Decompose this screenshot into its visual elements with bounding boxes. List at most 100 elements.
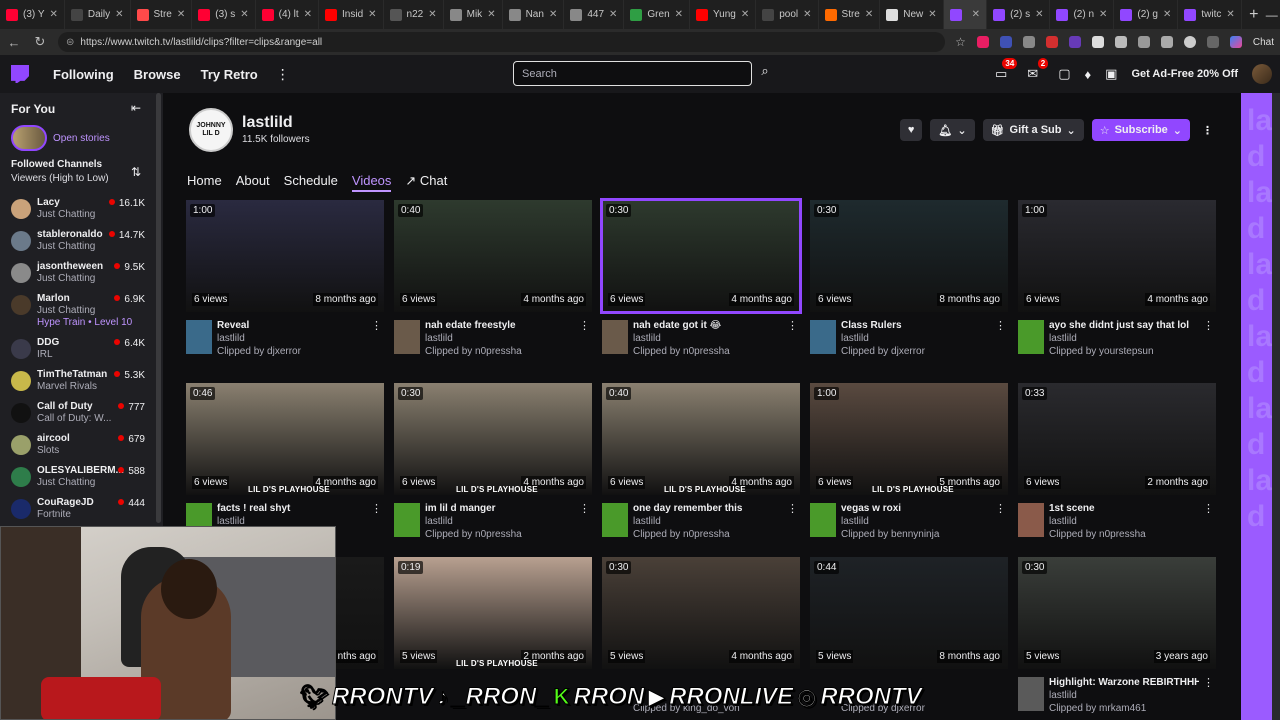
sidebar-channel-item[interactable]: stableronaldo Just Chatting 14.7K	[11, 229, 151, 259]
browser-tab[interactable]: Gren ✕	[624, 0, 691, 29]
close-tab-icon[interactable]: ✕	[549, 9, 557, 20]
browser-tab[interactable]: Daily ✕	[65, 0, 131, 29]
sidebar-channel-item[interactable]: TimTheTatman Marvel Rivals 5.3K	[11, 369, 151, 399]
clip-category-art[interactable]	[810, 320, 836, 354]
ad-free-button[interactable]: Get Ad-Free 20% Off	[1131, 68, 1238, 80]
search-input[interactable]: Search	[513, 61, 752, 86]
ad-free-icon[interactable]: ▣	[1105, 66, 1117, 82]
browser-tab[interactable]: (2) g ✕	[1114, 0, 1179, 29]
clip-thumbnail[interactable]: 0:30 6 views 8 months ago	[810, 200, 1008, 312]
clip-channel[interactable]: lastlild	[841, 516, 869, 527]
sidebar-channel-item[interactable]: Marlon Just Chatting 6.9K Hype Train • Leve…	[11, 293, 151, 328]
close-tab-icon[interactable]: ✕	[1226, 9, 1234, 20]
close-tab-icon[interactable]: ✕	[115, 9, 123, 20]
close-tab-icon[interactable]: ✕	[972, 9, 980, 20]
extension-icon[interactable]	[976, 36, 989, 48]
clip-more-icon[interactable]: ⋮	[1203, 676, 1214, 689]
extension-icon[interactable]	[1022, 36, 1035, 48]
profile-avatar-icon[interactable]	[1183, 36, 1196, 48]
browser-tab[interactable]: (2) n ✕	[1050, 0, 1115, 29]
url-field[interactable]: ⊜ https://www.twitch.tv/lastlild/clips?f…	[58, 32, 946, 52]
clip-card[interactable]: 1:00 6 views 4 months ago ayo she didnt jus…	[1018, 200, 1216, 360]
browser-tab[interactable]: Stre ✕	[131, 0, 193, 29]
close-tab-icon[interactable]: ✕	[304, 9, 312, 20]
browser-tab[interactable]: (3) s ✕	[192, 0, 256, 29]
nav-browse[interactable]: Browse	[134, 67, 181, 82]
clip-more-icon[interactable]: ⋮	[371, 319, 382, 332]
clip-thumbnail[interactable]: 1:00 6 views 5 months ago LIL D'S PLAYHOUSE	[810, 383, 1008, 495]
crown-icon[interactable]: ♦	[1085, 67, 1092, 82]
clip-card[interactable]: 0:40 6 views 4 months ago LIL D'S PLAYHOUSE…	[602, 383, 800, 543]
browser-tab[interactable]: pool ✕	[756, 0, 819, 29]
open-stories[interactable]: Open stories	[11, 125, 110, 151]
sidebar-channel-item[interactable]: OLESYALIBERM... Just Chatting 588	[11, 465, 151, 495]
clip-category-art[interactable]	[602, 503, 628, 537]
close-tab-icon[interactable]: ✕	[1035, 9, 1043, 20]
clip-card[interactable]: 0:46 6 views 4 months ago LIL D'S PLAYHOUSE…	[186, 383, 384, 543]
clip-card[interactable]: 0:30 5 views 3 years ago Highlight: Warzone…	[1018, 557, 1216, 717]
inbox-icon[interactable]: ✉ 2	[1027, 58, 1049, 82]
browser-tab[interactable]: Stre ✕	[819, 0, 881, 29]
clip-channel[interactable]: lastlild	[1049, 690, 1077, 701]
close-tab-icon[interactable]: ✕	[487, 9, 495, 20]
tab-home[interactable]: Home	[187, 173, 222, 192]
sidebar-channel-item[interactable]: DDG IRL 6.4K	[11, 337, 151, 367]
clip-category-art[interactable]	[602, 320, 628, 354]
clip-card[interactable]: 1:00 6 views 5 months ago LIL D'S PLAYHOUSE…	[810, 383, 1008, 543]
chat-label[interactable]: Chat	[1253, 37, 1274, 48]
extension-icon[interactable]	[1160, 36, 1173, 48]
nav-try-retro[interactable]: Try Retro	[201, 67, 258, 82]
clip-thumbnail[interactable]: 1:00 6 views 4 months ago	[1018, 200, 1216, 312]
channel-name[interactable]: lastlild	[242, 114, 293, 132]
clip-channel[interactable]: lastlild	[841, 333, 869, 344]
clip-thumbnail[interactable]: 0:46 6 views 4 months ago LIL D'S PLAYHOUSE	[186, 383, 384, 495]
clip-more-icon[interactable]: ⋮	[995, 319, 1006, 332]
browser-tab[interactable]: New ✕	[880, 0, 944, 29]
clip-channel[interactable]: lastlild	[1049, 516, 1077, 527]
clip-more-icon[interactable]: ⋮	[579, 319, 590, 332]
clip-title[interactable]: 1st scene	[1049, 503, 1199, 514]
user-avatar[interactable]	[1252, 64, 1272, 84]
close-tab-icon[interactable]: ✕	[865, 9, 873, 20]
reload-icon[interactable]: ↻	[32, 34, 48, 50]
clip-thumbnail[interactable]: 0:33 6 views 2 months ago	[1018, 383, 1216, 495]
close-tab-icon[interactable]: ✕	[50, 9, 58, 20]
tab-videos[interactable]: Videos	[351, 173, 392, 192]
channel-more-icon[interactable]: ⋮	[1198, 119, 1217, 141]
close-tab-icon[interactable]: ✕	[1163, 9, 1171, 20]
browser-tab[interactable]: Yung ✕	[690, 0, 757, 29]
clip-title[interactable]: nah edate got it 😂	[633, 320, 783, 331]
clip-more-icon[interactable]: ⋮	[995, 502, 1006, 515]
close-tab-icon[interactable]: ✕	[609, 9, 617, 20]
whispers-icon[interactable]: ▢	[1058, 66, 1070, 82]
sidebar-channel-item[interactable]: Call of Duty Call of Duty: W... 777	[11, 401, 151, 431]
close-tab-icon[interactable]: ✕	[741, 9, 749, 20]
search-icon[interactable]: ⌕	[755, 63, 775, 83]
close-tab-icon[interactable]: ✕	[177, 9, 185, 20]
close-tab-icon[interactable]: ✕	[240, 9, 248, 20]
extension-icon[interactable]	[1045, 36, 1058, 48]
close-tab-icon[interactable]: ✕	[928, 9, 936, 20]
clip-more-icon[interactable]: ⋮	[371, 502, 382, 515]
new-tab-icon[interactable]: +	[1242, 6, 1266, 24]
clip-channel[interactable]: lastlild	[425, 516, 453, 527]
close-tab-icon[interactable]: ✕	[1099, 9, 1107, 20]
gift-sub-button[interactable]: 🎁︎ Gift a Sub ⌄	[982, 119, 1084, 141]
clip-thumbnail[interactable]: 0:30 5 views 3 years ago	[1018, 557, 1216, 669]
clip-thumbnail[interactable]: 0:30 6 views 4 months ago	[600, 198, 802, 314]
clip-title[interactable]: facts ! real shyt	[217, 503, 367, 514]
browser-tab[interactable]: n22 ✕	[384, 0, 444, 29]
extension-icon[interactable]	[1091, 36, 1104, 48]
clip-title[interactable]: ayo she didnt just say that lol	[1049, 320, 1199, 331]
clip-thumbnail[interactable]: 0:40 6 views 4 months ago	[394, 200, 592, 312]
sidebar-scrollbar[interactable]	[156, 93, 161, 523]
clip-more-icon[interactable]: ⋮	[1203, 502, 1214, 515]
browser-tab[interactable]: 447 ✕	[564, 0, 625, 29]
clip-category-art[interactable]	[394, 503, 420, 537]
clip-category-art[interactable]	[186, 320, 212, 354]
clip-title[interactable]: one day remember this	[633, 503, 783, 514]
sidebar-channel-item[interactable]: CouRageJD Fortnite 444	[11, 497, 151, 527]
clip-title[interactable]: nah edate freestyle	[425, 320, 575, 331]
clip-thumbnail[interactable]: 1:00 6 views 8 months ago	[186, 200, 384, 312]
clip-card[interactable]: 0:30 6 views 8 months ago Class Rulers lastl…	[810, 200, 1008, 360]
